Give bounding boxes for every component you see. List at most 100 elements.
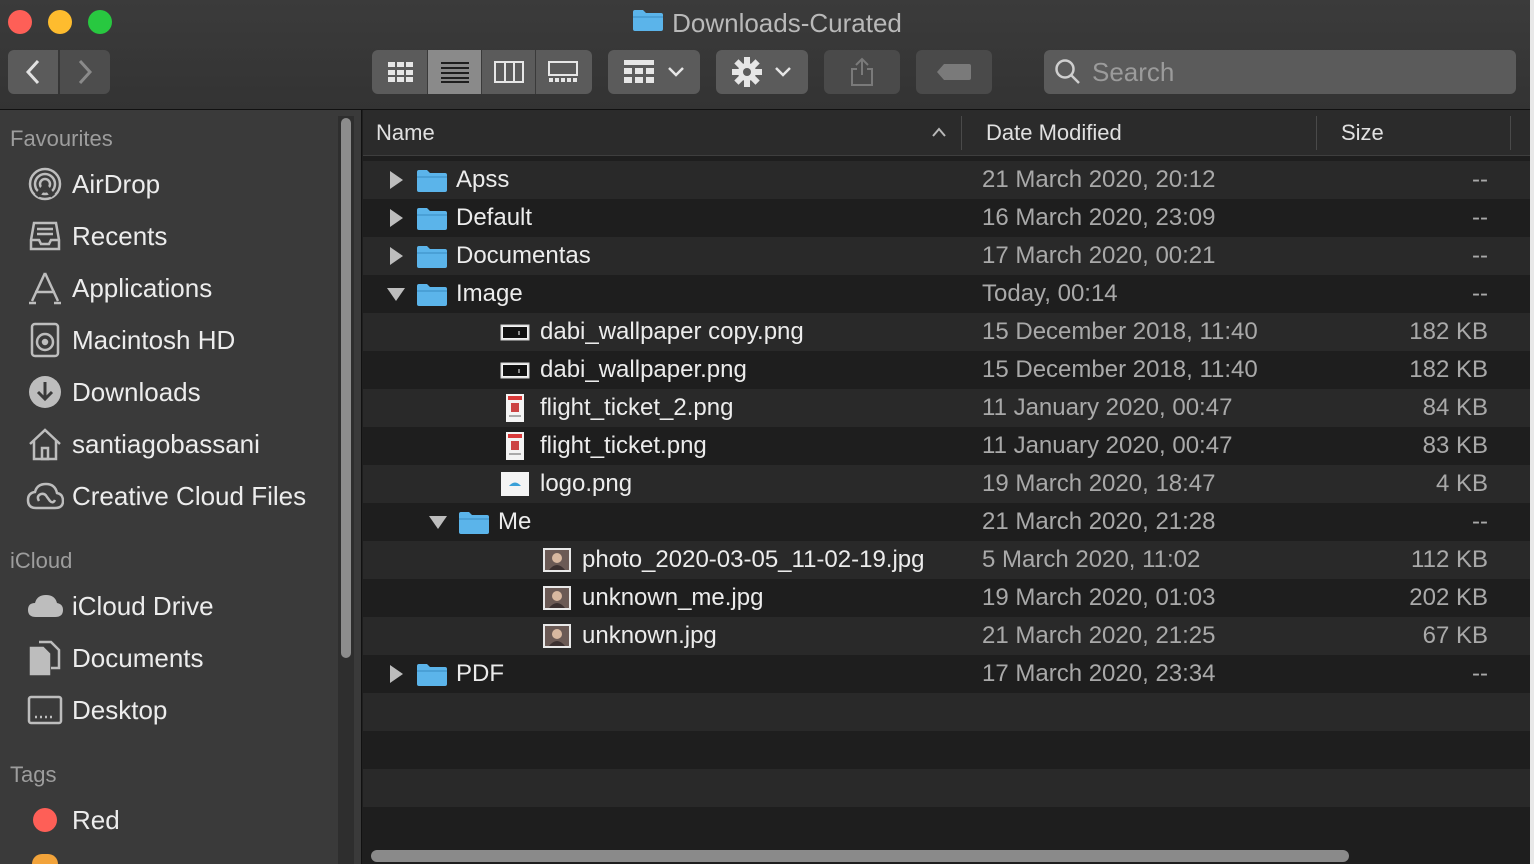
creative-cloud-icon bbox=[26, 477, 64, 515]
group-icon bbox=[624, 60, 654, 83]
file-size: -- bbox=[1472, 280, 1488, 307]
file-row[interactable]: dabi_wallpaper.png 15 December 2018, 11:4… bbox=[363, 351, 1530, 389]
folder-icon bbox=[632, 6, 664, 40]
sidebar-item-downloads[interactable]: Downloads bbox=[26, 370, 326, 414]
file-row[interactable]: Documentas 17 March 2020, 00:21 -- bbox=[363, 237, 1530, 275]
disclosure-triangle-expanded-icon[interactable] bbox=[428, 512, 448, 532]
column-header-date-modified[interactable]: Date Modified bbox=[986, 110, 1122, 156]
sidebar-item-label: Downloads bbox=[72, 376, 201, 407]
horizontal-scrollbar-thumb[interactable] bbox=[371, 850, 1349, 862]
share-button[interactable] bbox=[824, 50, 900, 94]
forward-button[interactable] bbox=[60, 50, 110, 94]
file-date-modified: 16 March 2020, 23:09 bbox=[982, 204, 1216, 231]
column-header-row: Name Date Modified Size bbox=[363, 110, 1530, 156]
sidebar-item-icloud-drive[interactable]: iCloud Drive bbox=[26, 584, 326, 628]
file-date-modified: 19 March 2020, 01:03 bbox=[982, 584, 1216, 611]
title-bar: Downloads-Curated bbox=[0, 0, 1534, 110]
sidebar-item-label: santiagobassani bbox=[72, 428, 260, 459]
documents-icon bbox=[26, 639, 64, 677]
sidebar-item-label: Desktop bbox=[72, 694, 168, 725]
gallery-view-button[interactable] bbox=[536, 50, 590, 94]
sidebar-item-macintosh-hd[interactable]: Macintosh HD bbox=[26, 318, 326, 362]
sidebar-item-airdrop[interactable]: AirDrop bbox=[26, 162, 326, 206]
file-name: unknown_me.jpg bbox=[582, 584, 764, 611]
sidebar: Favourites AirDrop Recents Applications bbox=[0, 110, 362, 864]
sidebar-item-documents[interactable]: Documents bbox=[26, 636, 326, 680]
sidebar-item-label: Macintosh HD bbox=[72, 324, 236, 355]
search-field[interactable] bbox=[1044, 50, 1516, 94]
file-name: Default bbox=[456, 204, 533, 231]
file-name: PDF bbox=[456, 660, 504, 687]
file-name: logo.png bbox=[540, 470, 633, 497]
sidebar-item-creative-cloud[interactable]: Creative Cloud Files bbox=[26, 474, 326, 518]
empty-row bbox=[363, 807, 1530, 845]
file-row[interactable]: flight_ticket.png 11 January 2020, 00:47 8… bbox=[363, 427, 1530, 465]
disclosure-triangle-expanded-icon[interactable] bbox=[386, 284, 406, 304]
file-date-modified: 17 March 2020, 00:21 bbox=[982, 242, 1216, 269]
sidebar-item-label: iCloud Drive bbox=[72, 590, 214, 621]
file-size: 83 KB bbox=[1422, 432, 1488, 459]
file-date-modified: 15 December 2018, 11:40 bbox=[982, 318, 1258, 345]
file-name: Apss bbox=[456, 166, 510, 193]
file-name: Me bbox=[498, 508, 532, 535]
sidebar-item-label: Recents bbox=[72, 220, 168, 251]
tag-color-dot-icon bbox=[32, 854, 58, 864]
file-row[interactable]: Me 21 March 2020, 21:28 -- bbox=[363, 503, 1530, 541]
file-name: photo_2020-03-05_11-02-19.jpg bbox=[582, 546, 925, 573]
column-header-name[interactable]: Name bbox=[376, 110, 435, 156]
file-date-modified: Today, 00:14 bbox=[982, 280, 1118, 307]
sidebar-scrollbar-thumb[interactable] bbox=[341, 118, 351, 658]
search-input[interactable] bbox=[1092, 56, 1492, 88]
file-date-modified: 19 March 2020, 18:47 bbox=[982, 470, 1216, 497]
folder-icon bbox=[416, 281, 448, 312]
tags-button[interactable] bbox=[916, 50, 992, 94]
back-button[interactable] bbox=[8, 50, 58, 94]
columns-icon bbox=[493, 61, 524, 83]
column-view-button[interactable] bbox=[482, 50, 536, 94]
column-divider[interactable] bbox=[1316, 116, 1317, 150]
file-row[interactable]: Default 16 March 2020, 23:09 -- bbox=[363, 199, 1530, 237]
sidebar-item-desktop[interactable]: Desktop bbox=[26, 688, 326, 732]
file-name: Image bbox=[456, 280, 523, 307]
file-row[interactable]: dabi_wallpaper copy.png 15 December 2018,… bbox=[363, 313, 1530, 351]
folder-icon bbox=[416, 167, 448, 198]
column-divider[interactable] bbox=[1510, 116, 1511, 150]
file-size: 182 KB bbox=[1409, 356, 1488, 383]
icloud-header: iCloud bbox=[10, 548, 73, 573]
file-row[interactable]: unknown.jpg 21 March 2020, 21:25 67 KB bbox=[363, 617, 1530, 655]
file-row[interactable]: unknown_me.jpg 19 March 2020, 01:03 202 KB bbox=[363, 579, 1530, 617]
column-divider[interactable] bbox=[961, 116, 962, 150]
file-row[interactable]: logo.png 19 March 2020, 18:47 4 KB bbox=[363, 465, 1530, 503]
image-file-icon bbox=[500, 393, 530, 428]
file-row[interactable]: Apss 21 March 2020, 20:12 -- bbox=[363, 161, 1530, 199]
photo-file-icon bbox=[542, 545, 572, 580]
sidebar-item-tag-red[interactable]: Red bbox=[26, 798, 326, 842]
group-by-button[interactable] bbox=[608, 50, 700, 94]
empty-row bbox=[363, 693, 1530, 731]
sidebar-item-applications[interactable]: Applications bbox=[26, 266, 326, 310]
sort-ascending-icon bbox=[932, 127, 946, 137]
file-row[interactable]: photo_2020-03-05_11-02-19.jpg 5 March 202… bbox=[363, 541, 1530, 579]
disclosure-triangle-collapsed-icon[interactable] bbox=[386, 170, 406, 190]
disclosure-triangle-collapsed-icon[interactable] bbox=[386, 664, 406, 684]
action-menu-button[interactable] bbox=[716, 50, 808, 94]
file-date-modified: 15 December 2018, 11:40 bbox=[982, 356, 1258, 383]
disclosure-triangle-collapsed-icon[interactable] bbox=[386, 246, 406, 266]
file-row[interactable]: PDF 17 March 2020, 23:34 -- bbox=[363, 655, 1530, 693]
cloud-icon bbox=[26, 587, 64, 625]
list-view-button[interactable] bbox=[428, 50, 482, 94]
recents-icon bbox=[26, 217, 64, 255]
disclosure-triangle-collapsed-icon[interactable] bbox=[386, 208, 406, 228]
sidebar-item-label: AirDrop bbox=[72, 168, 161, 199]
file-size: -- bbox=[1472, 204, 1488, 231]
file-name: flight_ticket_2.png bbox=[540, 394, 734, 421]
sidebar-item-label: Creative Cloud Files bbox=[72, 480, 307, 511]
chevron-left-icon bbox=[25, 59, 40, 85]
file-row[interactable]: flight_ticket_2.png 11 January 2020, 00:4… bbox=[363, 389, 1530, 427]
sidebar-item-home[interactable]: santiagobassani bbox=[26, 422, 326, 466]
sidebar-item-recents[interactable]: Recents bbox=[26, 214, 326, 258]
icon-view-button[interactable] bbox=[374, 50, 428, 94]
file-row[interactable]: Image Today, 00:14 -- bbox=[363, 275, 1530, 313]
column-header-size[interactable]: Size bbox=[1341, 110, 1384, 156]
sidebar-scrollbar[interactable] bbox=[338, 116, 354, 864]
